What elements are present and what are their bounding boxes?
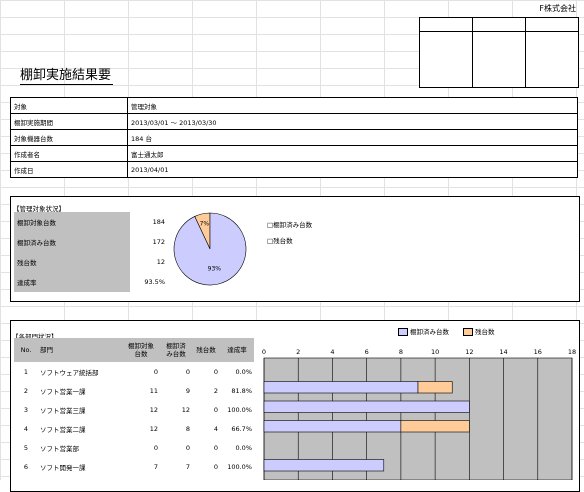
x-tick-label: 4 (330, 348, 334, 356)
info-row: 作成日 2013/04/01 (10, 161, 578, 178)
management-stats: 棚卸対象台数 184 棚卸済み台数 172 残台数 12 達成率 93.5% (14, 212, 168, 292)
bar-0-3 (263, 420, 402, 433)
col-remain: 残台数 (192, 338, 220, 362)
info-row: 棚卸実施期間 2013/03/01 ～ 2013/03/30 (10, 113, 578, 130)
info-row: 対象 管理対象 (10, 97, 578, 114)
bar-1-3 (400, 420, 470, 433)
company-name: F株式会社 (539, 4, 576, 13)
x-tick-label: 8 (399, 348, 403, 356)
x-tick-label: 12 (465, 348, 473, 356)
table-row: 2 ソフト営業一課 11 9 2 81.8% (23, 386, 252, 396)
bar-0-1 (263, 381, 419, 394)
x-tick-label: 18 (568, 348, 576, 356)
x-tick-label: 6 (365, 348, 369, 356)
table-row: 3 ソフト営業三課 12 12 0 100.0% (23, 405, 252, 415)
pie-label-1: 7% (200, 221, 210, 228)
legend-done: □棚卸済み台数 (267, 221, 313, 229)
table-row: 5 ソフト営業部 0 0 0 0.0% (23, 443, 252, 453)
col-rate: 達成率 (220, 338, 254, 362)
pie-label-0: 93% (208, 265, 222, 272)
col-no: No. (14, 338, 38, 362)
table-row: 1 ソフトウェア統括部 0 0 0 0.0% (23, 367, 252, 377)
bar-legend-done: 棚卸済み台数 (398, 326, 449, 336)
col-done: 棚卸済 み台数 (160, 338, 192, 362)
department-table: No. 部門 棚卸対象 台数 棚卸済 み台数 残台数 達成率 1 ソフトウェア統括… (14, 338, 254, 476)
info-table: 対象 管理対象 棚卸実施期間 2013/03/01 ～ 2013/03/30 対象機… (10, 97, 578, 178)
col-target: 棚卸対象 台数 (122, 338, 160, 362)
col-dept: 部門 (38, 338, 122, 362)
x-tick-label: 10 (431, 348, 439, 356)
bar-legend-remain: 残台数 (463, 326, 495, 336)
info-row: 作成者名 富士通太郎 (10, 145, 578, 162)
x-tick-label: 16 (534, 348, 542, 356)
approval-stamp-box (419, 17, 579, 88)
page-title: 棚卸実施結果要 (20, 64, 114, 85)
bar-1-1 (417, 381, 453, 394)
bar-0-5 (263, 459, 385, 472)
legend-remain: □残台数 (267, 237, 293, 245)
x-tick-label: 0 (262, 348, 266, 356)
info-row: 対象機器台数 184 台 (10, 129, 578, 146)
x-tick-label: 14 (499, 348, 507, 356)
table-row: 4 ソフト営業二課 12 8 4 66.7% (23, 424, 252, 434)
bar-chart: 0 2 4 6 8 10 12 14 16 18 (262, 348, 576, 480)
pie-chart: 7% 93% (173, 212, 247, 286)
pie-slice-0 (173, 212, 247, 286)
x-tick-label: 2 (296, 348, 300, 356)
table-row: 6 ソフト開発一課 7 7 0 100.0% (23, 462, 252, 472)
bar-0-2 (263, 400, 470, 413)
